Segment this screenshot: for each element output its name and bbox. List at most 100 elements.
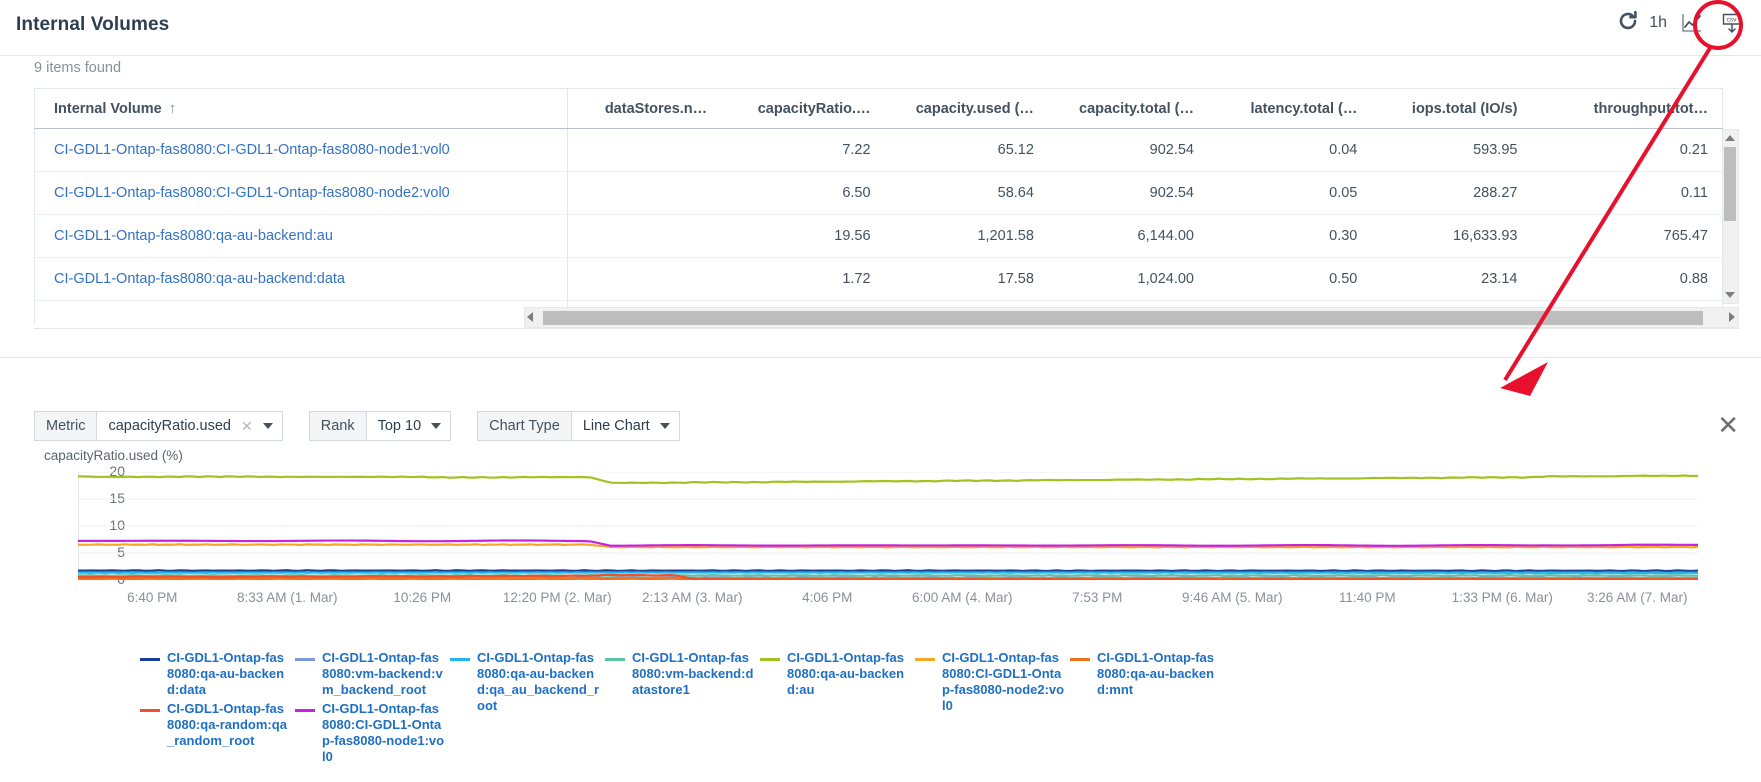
- internal-volume-link[interactable]: CI-GDL1-Ontap-fas8080:qa-au-backend:au: [54, 228, 333, 244]
- column-header-internal-volume[interactable]: Internal Volume ↑: [35, 89, 568, 129]
- svg-text:csv: csv: [1727, 17, 1738, 24]
- table-row[interactable]: CI-GDL1-Ontap-fas8080:CI-GDL1-Ontap-fas8…: [35, 129, 1723, 172]
- legend-item[interactable]: CI-GDL1-Ontap-fas8080:vm-backend:datasto…: [605, 650, 755, 698]
- x-axis-tick-label: 7:53 PM: [1072, 590, 1122, 605]
- x-axis-tick-label: 11:40 PM: [1339, 590, 1396, 605]
- chart-plot-area: [78, 472, 1698, 580]
- legend-item-label[interactable]: CI-GDL1-Ontap-fas8080:qa-random:qa_rando…: [167, 701, 290, 749]
- scroll-up-arrow-icon[interactable]: [1723, 130, 1737, 146]
- table-cell-latency-total: 0.30: [1208, 215, 1371, 258]
- legend-item-label[interactable]: CI-GDL1-Ontap-fas8080:qa-au-backend:au: [787, 650, 910, 698]
- horizontal-scrollbar-thumb[interactable]: [543, 311, 1703, 325]
- column-header-label: Internal Volume: [54, 101, 162, 117]
- legend-item-label[interactable]: CI-GDL1-Ontap-fas8080:qa-au-backend:data: [167, 650, 290, 698]
- table-cell-capacity-total: 1,024.00: [1048, 258, 1208, 301]
- table-cell-capacity-used: 17.58: [885, 258, 1048, 301]
- section-divider: [0, 357, 1761, 358]
- legend-column: CI-GDL1-Ontap-fas8080:vm-backend:datasto…: [605, 650, 755, 768]
- column-header-capacityratio[interactable]: capacityRatio.…: [721, 89, 884, 129]
- chevron-down-icon[interactable]: [660, 423, 670, 429]
- table-cell-latency-total: 0.50: [1208, 258, 1371, 301]
- column-header-capacity-total[interactable]: capacity.total (…: [1048, 89, 1208, 129]
- column-header-latency-total[interactable]: latency.total (…: [1208, 89, 1371, 129]
- metric-label: Metric: [34, 411, 97, 441]
- table-cell-iops-total: 593.95: [1371, 129, 1531, 172]
- legend-color-swatch: [140, 709, 160, 712]
- table-cell-capacity-total: 6,144.00: [1048, 215, 1208, 258]
- legend-item[interactable]: CI-GDL1-Ontap-fas8080:vm-backend:vm_back…: [295, 650, 445, 698]
- chart-legend: CI-GDL1-Ontap-fas8080:qa-au-backend:data…: [140, 650, 1700, 768]
- table-cell-capacity-total: 902.54: [1048, 172, 1208, 215]
- legend-item[interactable]: CI-GDL1-Ontap-fas8080:qa-random:qa_rando…: [140, 701, 290, 749]
- annotation-arrow-head: [1500, 362, 1548, 396]
- scroll-right-arrow-icon[interactable]: [1729, 312, 1735, 322]
- table-cell-capacityratio: 19.56: [721, 215, 884, 258]
- table-bottom-border: [34, 328, 1739, 329]
- legend-column: CI-GDL1-Ontap-fas8080:CI-GDL1-Ontap-fas8…: [915, 650, 1065, 768]
- page-title: Internal Volumes: [16, 14, 169, 36]
- clear-metric-icon[interactable]: ✕: [241, 412, 253, 440]
- column-header-capacity-used[interactable]: capacity.used (…: [885, 89, 1048, 129]
- legend-color-swatch: [140, 658, 160, 661]
- legend-color-swatch: [295, 709, 315, 712]
- table-cell-datastores: [568, 215, 721, 258]
- table-vertical-scrollbar[interactable]: [1723, 129, 1739, 304]
- chart-type-select[interactable]: Line Chart: [572, 411, 680, 441]
- table-cell-latency-total: 0.04: [1208, 129, 1371, 172]
- table-cell-capacity-total: 902.54: [1048, 129, 1208, 172]
- legend-item-label[interactable]: CI-GDL1-Ontap-fas8080:CI-GDL1-Ontap-fas8…: [322, 701, 445, 765]
- vertical-scrollbar-thumb[interactable]: [1724, 147, 1736, 221]
- legend-item[interactable]: CI-GDL1-Ontap-fas8080:CI-GDL1-Ontap-fas8…: [915, 650, 1065, 714]
- table-cell-throughput-total: 0.11: [1531, 172, 1722, 215]
- legend-item-label[interactable]: CI-GDL1-Ontap-fas8080:vm-backend:datasto…: [632, 650, 755, 698]
- line-chart-icon[interactable]: [1677, 8, 1707, 38]
- scroll-left-arrow-icon[interactable]: [527, 312, 533, 322]
- refresh-icon[interactable]: [1617, 10, 1639, 36]
- x-axis-tick-label: 2:13 AM (3. Mar): [642, 590, 743, 605]
- legend-color-swatch: [915, 658, 935, 661]
- metric-select[interactable]: capacityRatio.used ✕: [97, 411, 282, 441]
- table-cell-capacity-used: 58.64: [885, 172, 1048, 215]
- scroll-down-arrow-icon[interactable]: [1723, 287, 1737, 303]
- chart-series-line: [78, 475, 1698, 483]
- table-horizontal-scrollbar[interactable]: [524, 307, 1739, 328]
- legend-item[interactable]: CI-GDL1-Ontap-fas8080:qa-au-backend:au: [760, 650, 910, 698]
- legend-item[interactable]: CI-GDL1-Ontap-fas8080:qa-au-backend:mnt: [1070, 650, 1220, 698]
- legend-item[interactable]: CI-GDL1-Ontap-fas8080:qa-au-backend:qa_a…: [450, 650, 600, 714]
- legend-item[interactable]: CI-GDL1-Ontap-fas8080:CI-GDL1-Ontap-fas8…: [295, 701, 445, 765]
- table-row[interactable]: CI-GDL1-Ontap-fas8080:qa-au-backend:au 1…: [35, 215, 1723, 258]
- table-row[interactable]: CI-GDL1-Ontap-fas8080:qa-au-backend:data…: [35, 258, 1723, 301]
- table-cell-capacityratio: 7.22: [721, 129, 884, 172]
- legend-item-label[interactable]: CI-GDL1-Ontap-fas8080:vm-backend:vm_back…: [322, 650, 445, 698]
- sort-ascending-icon[interactable]: ↑: [169, 100, 177, 117]
- legend-item-label[interactable]: CI-GDL1-Ontap-fas8080:CI-GDL1-Ontap-fas8…: [942, 650, 1065, 714]
- internal-volume-link[interactable]: CI-GDL1-Ontap-fas8080:CI-GDL1-Ontap-fas8…: [54, 185, 450, 201]
- table-cell-capacityratio: 6.50: [721, 172, 884, 215]
- csv-export-icon[interactable]: csv: [1717, 8, 1747, 38]
- internal-volume-link[interactable]: CI-GDL1-Ontap-fas8080:qa-au-backend:data: [54, 271, 345, 287]
- chart-type-label: Chart Type: [477, 411, 572, 441]
- table-cell-name: CI-GDL1-Ontap-fas8080:CI-GDL1-Ontap-fas8…: [35, 129, 568, 172]
- chevron-down-icon[interactable]: [263, 423, 273, 429]
- legend-column: CI-GDL1-Ontap-fas8080:qa-au-backend:data…: [140, 650, 290, 768]
- rank-select[interactable]: Top 10: [367, 411, 452, 441]
- page-header: Internal Volumes 1h csv: [0, 0, 1761, 56]
- internal-volumes-table: Internal Volume ↑ dataStores.n… capacityR…: [34, 88, 1739, 338]
- internal-volume-link[interactable]: CI-GDL1-Ontap-fas8080:CI-GDL1-Ontap-fas8…: [54, 142, 450, 158]
- column-header-iops-total[interactable]: iops.total (IO/s): [1371, 89, 1531, 129]
- header-toolbar: 1h csv: [1617, 8, 1747, 38]
- metric-selected-value: capacityRatio.used: [108, 412, 231, 440]
- refresh-interval-label[interactable]: 1h: [1649, 14, 1667, 32]
- column-header-datastores[interactable]: dataStores.n…: [568, 89, 721, 129]
- table-cell-datastores: [568, 258, 721, 301]
- column-header-throughput-total[interactable]: throughput.tot…: [1531, 89, 1722, 129]
- x-axis-tick-label: 8:33 AM (1. Mar): [237, 590, 338, 605]
- table-row[interactable]: CI-GDL1-Ontap-fas8080:CI-GDL1-Ontap-fas8…: [35, 172, 1723, 215]
- close-chart-panel-button[interactable]: ✕: [1717, 411, 1739, 439]
- legend-column: CI-GDL1-Ontap-fas8080:qa-au-backend:qa_a…: [450, 650, 600, 768]
- legend-item-label[interactable]: CI-GDL1-Ontap-fas8080:qa-au-backend:mnt: [1097, 650, 1220, 698]
- chevron-down-icon[interactable]: [431, 423, 441, 429]
- legend-item-label[interactable]: CI-GDL1-Ontap-fas8080:qa-au-backend:qa_a…: [477, 650, 600, 714]
- legend-item[interactable]: CI-GDL1-Ontap-fas8080:qa-au-backend:data: [140, 650, 290, 698]
- table-cell-capacity-used: 1,201.58: [885, 215, 1048, 258]
